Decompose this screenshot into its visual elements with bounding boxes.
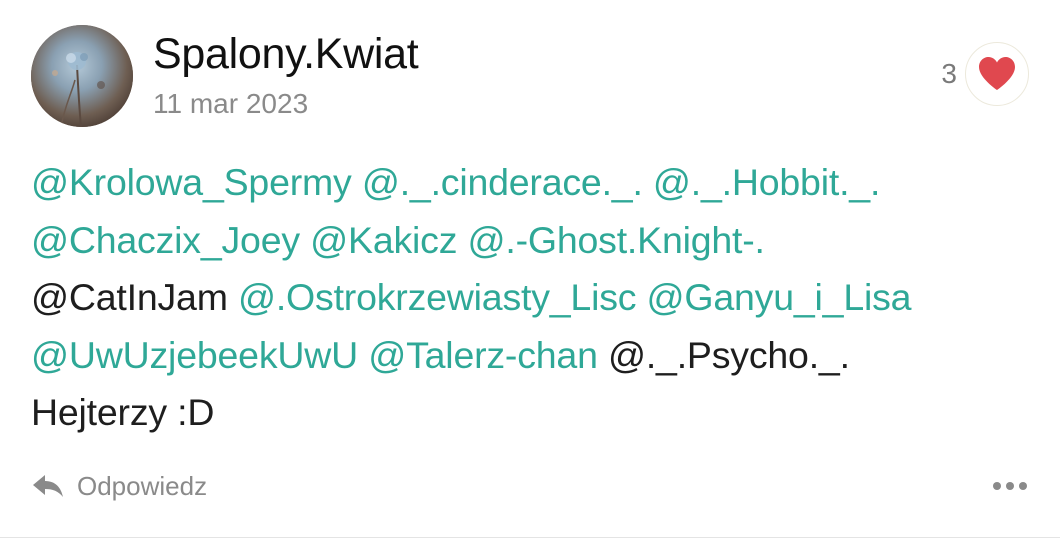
user-mention-link[interactable]: @UwUzjebeekUwU bbox=[31, 334, 358, 376]
like-control: 3 bbox=[941, 42, 1029, 106]
avatar-photo bbox=[31, 25, 133, 127]
comment-text bbox=[300, 219, 310, 261]
like-button[interactable] bbox=[965, 42, 1029, 106]
user-mention-link[interactable]: @._.Hobbit._. bbox=[653, 161, 880, 203]
user-mention-link[interactable]: @._.cinderace._. bbox=[362, 161, 643, 203]
comment-text bbox=[352, 161, 362, 203]
comment-text: Hejterzy :D bbox=[31, 391, 215, 433]
comment-line: @UwUzjebeekUwU @Talerz-chan @._.Psycho._… bbox=[31, 327, 1031, 385]
comment-line: @Krolowa_Spermy @._.cinderace._. @._.Hob… bbox=[31, 154, 1031, 212]
more-options-button[interactable] bbox=[993, 482, 1029, 490]
comment-text bbox=[636, 276, 646, 318]
comment-body: @Krolowa_Spermy @._.cinderace._. @._.Hob… bbox=[31, 154, 1031, 442]
user-mention-link[interactable]: @Krolowa_Spermy bbox=[31, 161, 352, 203]
comment-card: Spalony.Kwiat 11 mar 2023 3 @Krolowa_Spe… bbox=[0, 0, 1060, 544]
comment-date: 11 mar 2023 bbox=[153, 88, 309, 119]
comment-line: @CatInJam @.Ostrokrzewiasty_Lisc @Ganyu_… bbox=[31, 269, 1031, 327]
like-count: 3 bbox=[941, 58, 957, 89]
user-mention-link[interactable]: @Talerz-chan bbox=[368, 334, 598, 376]
comment-text bbox=[358, 334, 368, 376]
comment-text: @CatInJam bbox=[31, 276, 228, 318]
user-mention-link[interactable]: @Kakicz bbox=[310, 219, 457, 261]
more-dot bbox=[1019, 482, 1027, 490]
reply-label: Odpowiedz bbox=[77, 470, 208, 501]
username[interactable]: Spalony.Kwiat bbox=[153, 33, 419, 76]
reply-button[interactable]: Odpowiedz bbox=[31, 471, 207, 502]
more-dots-icon bbox=[993, 482, 1001, 490]
comment-line: @Chaczix_Joey @Kakicz @.-Ghost.Knight-. bbox=[31, 212, 1031, 270]
comment-text bbox=[228, 276, 238, 318]
heart-icon bbox=[979, 57, 1015, 90]
user-mention-link[interactable]: @Ganyu_i_Lisa bbox=[647, 276, 912, 318]
comment-text bbox=[643, 161, 653, 203]
comment-actions: Odpowiedz bbox=[31, 466, 1029, 506]
more-dot bbox=[1006, 482, 1014, 490]
avatar[interactable] bbox=[31, 25, 133, 127]
user-mention-link[interactable]: @.Ostrokrzewiasty_Lisc bbox=[238, 276, 637, 318]
divider bbox=[0, 537, 1060, 538]
comment-text bbox=[598, 334, 608, 376]
user-mention-link[interactable]: @Chaczix_Joey bbox=[31, 219, 300, 261]
reply-arrow-icon bbox=[33, 475, 63, 497]
comment-text: @._.Psycho._. bbox=[607, 333, 850, 376]
comment-line: Hejterzy :D bbox=[31, 384, 1031, 442]
comment-text bbox=[457, 219, 467, 261]
user-mention-link[interactable]: @.-Ghost.Knight-. bbox=[467, 219, 764, 261]
